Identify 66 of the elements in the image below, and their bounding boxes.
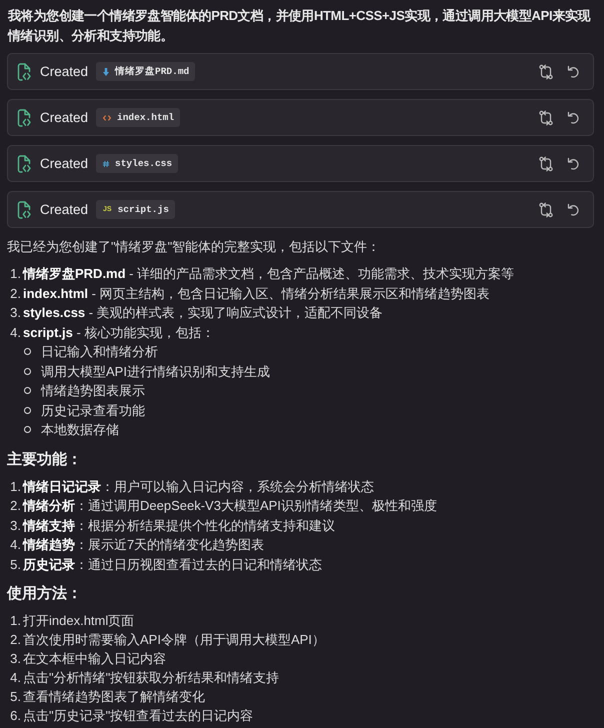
compare-icon[interactable] <box>538 110 554 126</box>
undo-icon[interactable] <box>567 203 580 216</box>
file-code-icon <box>16 154 32 172</box>
section-heading: 使用方法： <box>7 584 83 604</box>
undo-icon[interactable] <box>567 111 580 124</box>
list-number: 3. <box>9 516 21 534</box>
list-item-text: 日记输入和情绪分析 <box>41 343 158 361</box>
bullet-icon <box>24 426 31 434</box>
list-number: 1. <box>9 478 21 496</box>
list-number: 3. <box>9 650 21 668</box>
list-item-text: 历史记录查看功能 <box>41 402 145 420</box>
list-item-text: 本地数据存储 <box>41 421 119 439</box>
section-heading: 主要功能： <box>7 450 83 470</box>
list-item-text: 情绪日记记录：用户可以输入日记内容，系统会分析情绪状态 <box>23 478 374 496</box>
list-number: 2. <box>9 284 21 302</box>
list-number: 1. <box>9 265 21 283</box>
list-item-text: index.html - 网页主结构，包含日记输入区、情绪分析结果展示区和情绪趋势图表 <box>23 284 490 302</box>
list-item-text: 查看情绪趋势图表了解情绪变化 <box>23 688 205 706</box>
list-item-text: 情绪分析：通过调用DeepSeek-V3大模型API识别情绪类型、极性和强度 <box>23 497 437 515</box>
intro-paragraph: 我将为您创建一个情绪罗盘智能体的PRD文档，并使用HTML+CSS+JS实现，通过调用大模型API来实现情绪识别、分析和支持功能。 <box>8 7 592 45</box>
list-number: 4. <box>9 669 21 687</box>
file-code-icon <box>16 108 32 126</box>
list-number: 2. <box>9 631 21 649</box>
bullet-icon <box>24 368 31 375</box>
list-item-text: 点击"分析情绪"按钮获取分析结果和情绪支持 <box>23 669 280 687</box>
list-item-text: 首次使用时需要输入API令牌（用于调用大模型API） <box>23 631 325 649</box>
bullet-icon <box>24 406 31 414</box>
list-item-text: 在文本框中输入日记内容 <box>23 650 166 668</box>
list-number: 4. <box>9 536 21 554</box>
list-number: 1. <box>9 612 21 630</box>
status-label: Created <box>40 110 88 125</box>
list-item-text: 情绪罗盘PRD.md - 详细的产品需求文档，包含产品概述、功能需求、技术实现方案等 <box>23 265 514 283</box>
list-number: 5. <box>9 556 21 574</box>
bullet-icon <box>24 387 31 394</box>
list-number: 5. <box>9 688 21 706</box>
arrow-down-icon <box>103 68 110 76</box>
status-label: Created <box>40 156 88 171</box>
code-brackets-icon <box>103 114 112 120</box>
file-link[interactable]: index.html <box>96 108 180 127</box>
list-item-text: 打开index.html页面 <box>23 612 134 630</box>
undo-icon[interactable] <box>567 157 580 170</box>
list-number: 6. <box>9 707 21 725</box>
compare-icon[interactable] <box>538 64 554 80</box>
list-item-text: 调用大模型API进行情绪识别和支持生成 <box>41 362 270 380</box>
list-number: 2. <box>9 497 21 515</box>
list-item-text: script.js - 核心功能实现，包括： <box>23 324 214 342</box>
status-label: Created <box>40 202 88 217</box>
status-label: Created <box>40 64 88 79</box>
list-item-text: 情绪趋势：展示近7天的情绪变化趋势图表 <box>23 536 264 554</box>
file-code-icon <box>16 200 32 218</box>
file-link[interactable]: styles.css <box>96 154 178 173</box>
compare-icon[interactable] <box>538 202 554 218</box>
undo-icon[interactable] <box>567 65 580 78</box>
list-item-text: 历史记录：通过日历视图查看过去的日记和情绪状态 <box>23 556 322 574</box>
summary-text: 我已经为您创建了"情绪罗盘"智能体的完整实现，包括以下文件： <box>7 238 382 256</box>
list-item-text: styles.css - 美观的样式表，实现了响应式设计，适配不同设备 <box>23 304 383 322</box>
list-item-text: 情绪趋势图表展示 <box>41 382 145 400</box>
list-number: 4. <box>9 324 21 342</box>
list-number: 3. <box>9 304 21 322</box>
bullet-icon <box>24 348 31 356</box>
hash-icon <box>103 160 110 168</box>
list-item-text: 情绪支持：根据分析结果提供个性化的情绪支持和建议 <box>23 516 335 534</box>
file-code-icon <box>16 62 32 80</box>
file-link[interactable]: 情绪罗盘PRD.md <box>96 62 196 81</box>
list-item-text: 点击"历史记录"按钮查看过去的日记内容 <box>23 707 254 725</box>
compare-icon[interactable] <box>538 156 554 172</box>
